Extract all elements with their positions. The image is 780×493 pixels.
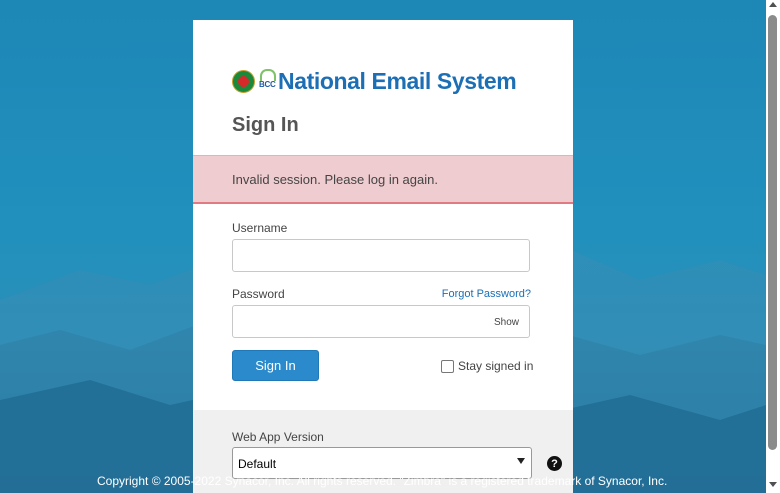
username-input[interactable] bbox=[232, 239, 530, 272]
web-app-version-label: Web App Version bbox=[232, 430, 324, 444]
sign-in-button[interactable]: Sign In bbox=[232, 350, 319, 381]
scroll-down-icon[interactable] bbox=[769, 482, 777, 487]
copyright-text: Copyright © 2005-2022 Synacor, Inc. All … bbox=[97, 474, 668, 488]
scrollbar[interactable] bbox=[766, 0, 780, 493]
show-password-button[interactable]: Show bbox=[494, 317, 519, 328]
error-banner: Invalid session. Please log in again. bbox=[193, 155, 573, 204]
password-label: Password bbox=[232, 287, 285, 301]
scroll-up-icon[interactable] bbox=[769, 2, 777, 7]
error-message: Invalid session. Please log in again. bbox=[232, 172, 438, 187]
logo: BCC National Email System bbox=[232, 67, 517, 95]
stay-signed-in-label: Stay signed in bbox=[458, 359, 534, 373]
page-title: Sign In bbox=[232, 114, 299, 136]
username-label: Username bbox=[232, 221, 288, 235]
help-icon[interactable]: ? bbox=[547, 456, 562, 471]
emblem-icon bbox=[232, 69, 255, 93]
web-app-version-value: Default bbox=[238, 457, 277, 471]
scroll-thumb[interactable] bbox=[768, 15, 777, 450]
logo-text: National Email System bbox=[278, 67, 517, 94]
chevron-down-icon bbox=[517, 458, 525, 464]
forgot-password-link[interactable]: Forgot Password? bbox=[442, 288, 531, 300]
stay-signed-in-checkbox[interactable] bbox=[441, 359, 454, 373]
bcc-logo-icon: BCC bbox=[259, 69, 276, 93]
login-card: BCC National Email System Sign In Invali… bbox=[193, 20, 573, 493]
password-input[interactable]: Show bbox=[232, 305, 530, 338]
stay-signed-in[interactable]: Stay signed in bbox=[441, 359, 533, 373]
